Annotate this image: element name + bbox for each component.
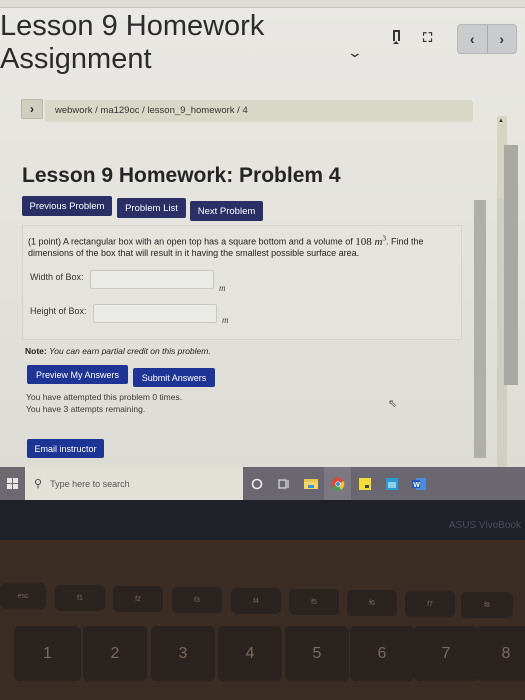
key-4: 4: [218, 626, 282, 681]
device-brand-label: ASUS VivoBook: [448, 520, 521, 531]
word-icon[interactable]: W: [405, 467, 432, 500]
calendar-icon[interactable]: [378, 467, 405, 500]
key-7: 7: [414, 626, 478, 681]
assignment-title-line2: Assignment: [0, 43, 152, 75]
key-f7: f7: [405, 591, 455, 617]
chrome-icon[interactable]: [324, 467, 351, 500]
preview-answers-button[interactable]: Preview My Answers: [27, 365, 128, 384]
width-unit: m: [219, 283, 226, 293]
width-label: Width of Box:: [30, 272, 84, 282]
task-view-icon[interactable]: [270, 467, 297, 500]
fullscreen-icon[interactable]: ⛶: [423, 30, 432, 46]
sticky-notes-icon[interactable]: [351, 467, 378, 500]
width-input[interactable]: [90, 270, 214, 289]
key-f4: f4: [231, 588, 281, 614]
screen: Lesson 9 Homework Assignment ⌄ ⛶ ‹ › › w…: [0, 0, 525, 500]
key-f2: f2: [113, 586, 163, 612]
next-problem-button[interactable]: Next Problem: [190, 201, 263, 221]
start-button[interactable]: [0, 467, 25, 500]
key-5: 5: [285, 626, 349, 681]
key-2: 2: [83, 626, 147, 681]
taskbar-search[interactable]: ⚲ Type here to search: [25, 467, 243, 500]
problem-statement: (1 point) A rectangular box with an open…: [28, 233, 448, 259]
chevron-down-icon[interactable]: ⌄: [347, 44, 363, 61]
taskbar-apps: W: [243, 467, 432, 500]
key-1: 1: [14, 626, 81, 681]
file-explorer-icon[interactable]: [297, 467, 324, 500]
key-f3: f3: [172, 587, 222, 613]
partial-credit-note: Note: You can earn partial credit on thi…: [25, 346, 211, 356]
search-icon: ⚲: [34, 478, 43, 490]
outer-scrollbar-thumb[interactable]: [504, 145, 518, 385]
key-8: 8: [476, 626, 525, 681]
key-f5: f5: [289, 589, 339, 615]
bookmark-icon[interactable]: [393, 30, 400, 44]
note-label: Note:: [25, 346, 47, 356]
key-6: 6: [350, 626, 414, 681]
chevron-right-icon[interactable]: ›: [488, 25, 517, 53]
scroll-up-arrow-icon[interactable]: ▲: [498, 118, 504, 124]
key-f8: f8: [461, 592, 513, 618]
attempts-remaining: You have 3 attempts remaining.: [26, 404, 146, 414]
assignment-title: Lesson 9 Homework Assignment: [0, 10, 300, 76]
window-top-edge: [0, 0, 525, 8]
height-label: Height of Box:: [30, 306, 87, 316]
problem-points: (1 point): [28, 236, 62, 247]
key-3: 3: [151, 626, 215, 681]
chevron-left-icon[interactable]: ‹: [458, 25, 488, 53]
submit-answers-button[interactable]: Submit Answers: [133, 368, 215, 387]
problem-list-button[interactable]: Problem List: [117, 198, 186, 218]
note-text: You can earn partial credit on this prob…: [49, 346, 211, 356]
attempts-count: You have attempted this problem 0 times.: [26, 392, 183, 402]
windows-logo-icon: [7, 478, 18, 489]
breadcrumb-toggle-button[interactable]: ›: [21, 99, 43, 119]
height-input[interactable]: [93, 304, 217, 323]
problem-volume-math: 108 m3: [355, 234, 386, 248]
svg-text:W: W: [413, 482, 420, 489]
height-unit: m: [222, 315, 229, 325]
cortana-icon[interactable]: [243, 467, 270, 500]
key-f6: f6: [347, 590, 397, 616]
page-scrollbar-thumb[interactable]: [474, 200, 486, 458]
key-f1: f1: [55, 585, 105, 611]
previous-problem-button[interactable]: Previous Problem: [22, 196, 112, 216]
search-placeholder: Type here to search: [50, 478, 130, 489]
problem-text-part1: A rectangular box with an open top has a…: [63, 236, 353, 247]
assignment-title-line1: Lesson 9 Homework: [0, 10, 265, 42]
page-title: Lesson 9 Homework: Problem 4: [22, 164, 341, 187]
breadcrumb: webwork / ma129oc / lesson_9_homework / …: [45, 100, 473, 122]
email-instructor-button[interactable]: Email instructor: [27, 439, 104, 458]
mouse-cursor-icon: ⇖: [388, 398, 398, 410]
content-nav-buttons: ‹ ›: [457, 24, 517, 54]
key-esc: esc: [0, 583, 46, 609]
